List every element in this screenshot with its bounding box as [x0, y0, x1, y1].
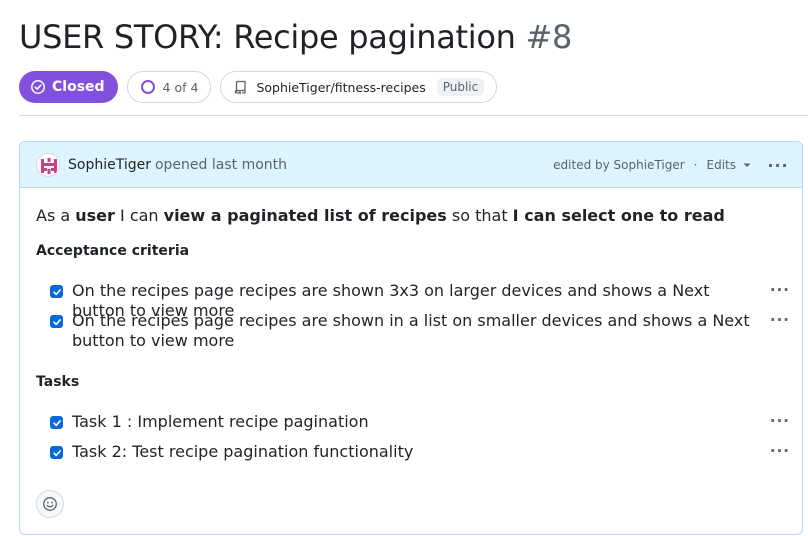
checkbox-checked-icon[interactable]: [50, 446, 63, 459]
tasks-progress-text: 4 of 4: [162, 79, 199, 95]
add-reaction-button[interactable]: [36, 490, 64, 518]
story-part-1: As a: [36, 206, 76, 225]
issue-title: USER STORY: Recipe pagination #8: [19, 18, 572, 56]
task-options-kebab-icon[interactable]: ···: [770, 311, 790, 329]
acceptance-item-text: On the recipes page recipes are shown in…: [72, 311, 750, 350]
task-item: Task 1 : Implement recipe pagination: [50, 412, 750, 432]
issue-meta-row: Closed 4 of 4 SophieTiger/fitness-recipe…: [19, 71, 498, 103]
comment-header: SophieTiger opened last month edited by …: [20, 142, 802, 188]
issue-state-badge[interactable]: Closed: [19, 71, 118, 103]
issue-closed-icon: [31, 80, 45, 94]
issue-title-text: USER STORY: Recipe pagination: [19, 18, 516, 56]
checkbox-checked-icon[interactable]: [50, 285, 63, 298]
tasks-heading: Tasks: [36, 374, 80, 390]
story-bold-2: view a paginated list of recipes: [163, 206, 447, 225]
repo-pill[interactable]: SophieTiger/fitness-recipes Public: [220, 71, 498, 103]
user-story-text: As a user I can view a paginated list of…: [36, 206, 725, 225]
task-item-text: Task 1 : Implement recipe pagination: [72, 412, 369, 431]
story-bold-1: user: [75, 206, 115, 225]
task-options-kebab-icon[interactable]: ···: [770, 412, 790, 430]
checkbox-checked-icon[interactable]: [50, 416, 63, 429]
header-divider: [19, 115, 808, 116]
edits-label: Edits: [706, 158, 737, 172]
acceptance-criteria-heading: Acceptance criteria: [36, 243, 190, 259]
comment-options-kebab-icon[interactable]: ···: [766, 156, 790, 175]
separator-dot: ·: [693, 158, 698, 172]
task-options-kebab-icon[interactable]: ···: [770, 442, 790, 460]
story-bold-3: I can select one to read: [512, 206, 725, 225]
task-item-text: Task 2: Test recipe pagination functiona…: [72, 442, 414, 461]
tasks-progress-pill[interactable]: 4 of 4: [126, 71, 212, 103]
edits-dropdown[interactable]: Edits: [707, 158, 753, 172]
progress-ring-icon: [140, 80, 155, 94]
issue-state-label: Closed: [52, 79, 105, 95]
comment-opened-text: opened last month: [154, 156, 288, 173]
smiley-icon: [43, 497, 57, 511]
repo-name: SophieTiger/fitness-recipes: [256, 79, 426, 95]
story-part-3: so that: [446, 206, 513, 225]
acceptance-item: On the recipes page recipes are shown in…: [50, 311, 750, 351]
issue-number: #8: [525, 18, 573, 56]
issue-body-comment: SophieTiger opened last month edited by …: [19, 141, 803, 535]
visibility-badge: Public: [436, 78, 485, 96]
story-part-2: I can: [114, 206, 164, 225]
task-options-kebab-icon[interactable]: ···: [770, 281, 790, 299]
caret-down-icon: [743, 163, 751, 167]
repo-icon: [235, 80, 247, 95]
task-item: Task 2: Test recipe pagination functiona…: [50, 442, 750, 462]
checkbox-checked-icon[interactable]: [50, 315, 63, 328]
comment-header-right: edited by SophieTiger · Edits ···: [553, 142, 790, 188]
edited-by-text: edited by SophieTiger: [553, 158, 685, 172]
identicon-avatar[interactable]: [36, 152, 60, 177]
comment-author[interactable]: SophieTiger: [68, 157, 151, 173]
